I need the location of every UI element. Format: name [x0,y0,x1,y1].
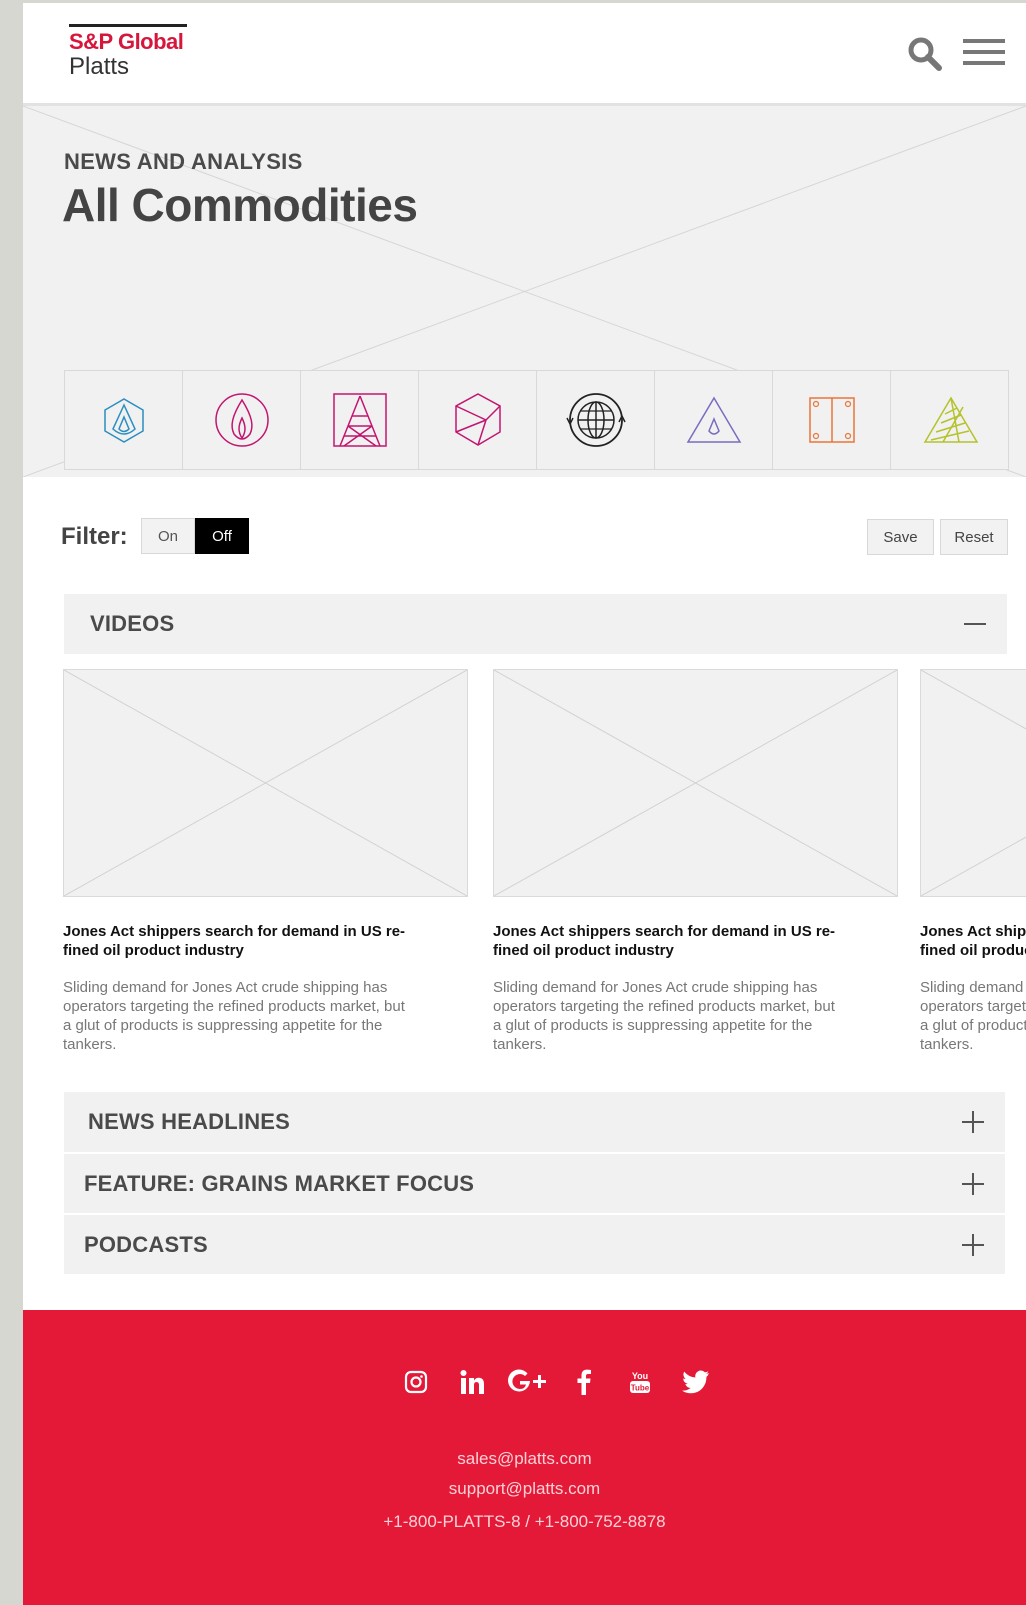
expand-plus-icon[interactable] [961,1233,985,1257]
instagram-icon[interactable] [388,1367,444,1397]
support-email-link[interactable]: support@platts.com [23,1479,1026,1499]
social-links: You Tube [388,1367,724,1397]
logo-sub: Platts [69,53,130,80]
facebook-icon[interactable] [556,1367,612,1397]
video-thumbnail[interactable] [63,669,468,897]
video-card: Jones Act shippers search for demand in … [920,669,1026,1054]
expand-plus-icon[interactable] [961,1110,985,1134]
shipping-container-icon [808,397,855,443]
twitter-icon[interactable] [668,1367,724,1397]
page: S&P Global Platts NEWS AND ANALYSIS All … [23,3,1026,1605]
logo-brand: S&P Global [69,29,184,54]
phone-number: +1-800-PLATTS-8 / +1-800-752-8878 [383,1512,666,1531]
collapse-minus-icon[interactable] [963,612,987,636]
commodity-tile-global[interactable] [537,370,655,470]
reset-button[interactable]: Reset [940,519,1008,555]
video-thumbnail[interactable] [920,669,1026,897]
commodity-tile-agriculture[interactable] [891,370,1009,470]
accordion-news-headlines[interactable]: NEWS HEADLINES [64,1092,1005,1152]
video-description: Sliding demand for Jones Act crude shipp… [493,979,835,1053]
filter-off-button[interactable]: Off [195,518,249,554]
linkedin-icon[interactable] [444,1367,500,1397]
accordion-grains-label: FEATURE: GRAINS MARKET FOCUS [84,1170,475,1196]
hero-kicker: NEWS AND ANALYSIS [64,149,303,174]
video-thumbnail[interactable] [493,669,898,897]
site-footer: You Tube sales@platts.com support@platts.… [23,1310,1026,1605]
commodity-tile-gas[interactable] [183,370,301,470]
metals-cube-icon [454,393,501,446]
oil-drop-hexagon-icon [103,398,144,443]
search-icon[interactable] [907,36,943,72]
filter-label: Filter: [61,523,128,550]
commodity-tile-power[interactable] [301,370,419,470]
filter-toggle: On Off [141,518,249,554]
agriculture-triangle-icon [923,396,978,443]
save-button[interactable]: Save [867,519,934,555]
gas-flame-circle-icon [214,393,269,447]
water-drop-triangle-icon [686,396,741,443]
sales-email-link[interactable]: sales@platts.com [23,1449,1026,1469]
video-title[interactable]: Jones Act shippers search for demand in … [920,922,1026,960]
video-description: Sliding demand for Jones Act crude shipp… [63,979,405,1053]
power-tower-icon [332,393,387,447]
page-title: All Commodities [62,179,418,231]
video-card: Jones Act shippers search for demand in … [493,669,898,1054]
commodity-tile-water[interactable] [655,370,773,470]
accordion-videos[interactable]: VIDEOS [64,594,1007,654]
accordion-grains-market-focus[interactable]: FEATURE: GRAINS MARKET FOCUS [64,1154,1005,1213]
sp-global-platts-logo[interactable]: S&P Global Platts [69,24,189,80]
hamburger-menu-icon[interactable] [963,39,1005,71]
commodity-tile-metals[interactable] [419,370,537,470]
accordion-podcasts[interactable]: PODCASTS [64,1215,1005,1274]
filter-on-button[interactable]: On [141,518,195,554]
google-plus-icon[interactable] [500,1367,556,1397]
video-description: Sliding demand for Jones Act crude shipp… [920,979,1026,1053]
accordion-podcasts-label: PODCASTS [84,1231,208,1257]
accordion-videos-label: VIDEOS [90,611,175,636]
commodity-tile-oil[interactable] [65,370,183,470]
commodity-tiles [64,370,1009,470]
logo-bar [69,24,187,27]
svg-text:Tube: Tube [631,1384,650,1393]
globe-cycle-icon [565,393,626,447]
commodity-tile-shipping[interactable] [773,370,891,470]
hero-banner: NEWS AND ANALYSIS All Commodities [23,106,1026,477]
video-title[interactable]: Jones Act shippers search for demand in … [63,922,408,960]
accordion-news-label: NEWS HEADLINES [88,1109,291,1134]
expand-plus-icon[interactable] [961,1172,985,1196]
svg-text:You: You [632,1371,648,1381]
youtube-icon[interactable]: You Tube [612,1367,668,1397]
video-card: Jones Act shippers search for demand in … [63,669,468,1054]
video-title[interactable]: Jones Act shippers search for demand in … [493,922,838,960]
site-header: S&P Global Platts [23,3,1026,106]
